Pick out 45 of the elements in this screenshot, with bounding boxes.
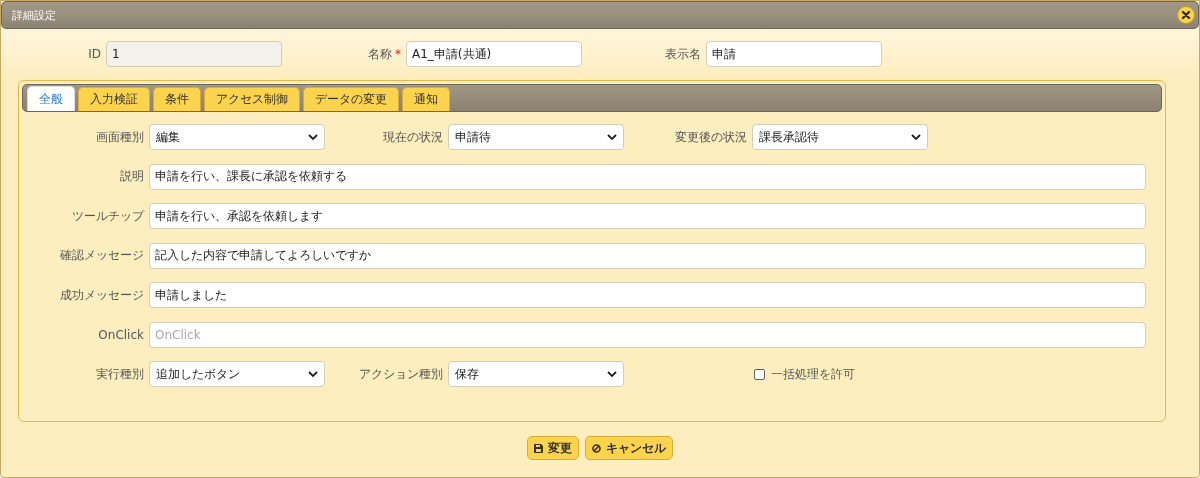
- field-label: 表示名: [664, 45, 701, 63]
- checkbox[interactable]: [754, 368, 765, 380]
- chevron-down-icon: [911, 133, 921, 141]
- tab[interactable]: 通知: [402, 87, 450, 111]
- window-title: 詳細設定: [12, 7, 56, 23]
- chevron-down-icon: [607, 133, 617, 141]
- tab[interactable]: 入力検証: [78, 87, 150, 111]
- input-field[interactable]: 申請しました: [149, 282, 1146, 308]
- input-field[interactable]: A1_申請(共通): [406, 41, 582, 67]
- chevron-down-icon: [308, 133, 318, 141]
- dropdown[interactable]: 保存: [448, 361, 624, 387]
- field-label: 実行種別: [95, 365, 144, 383]
- dropdown[interactable]: 追加したボタン: [149, 361, 325, 387]
- close-button[interactable]: [1177, 6, 1195, 24]
- field-label: OnClick: [97, 327, 144, 342]
- checkbox-label: 一括処理を許可: [771, 365, 855, 383]
- field-label: 名称 *: [367, 45, 401, 63]
- cancel-icon: [591, 443, 601, 453]
- input-field[interactable]: 申請を行い、課長に承認を依頼する: [149, 163, 1146, 190]
- field-label: 説明: [119, 168, 144, 185]
- chevron-down-icon: [308, 370, 318, 378]
- dropdown[interactable]: 申請待: [448, 124, 624, 150]
- field-label: 画面種別: [95, 128, 144, 146]
- field-label: ツールチップ: [71, 207, 144, 225]
- dropdown[interactable]: 課長承認待: [752, 124, 928, 150]
- field-label: ID: [87, 47, 101, 61]
- field-label: 現在の状況: [382, 128, 443, 146]
- close-icon: [1181, 10, 1191, 20]
- input-field[interactable]: 申請: [706, 41, 882, 67]
- input-field[interactable]: 申請を行い、承認を依頼します: [149, 203, 1146, 229]
- tab[interactable]: アクセス制御: [204, 87, 300, 111]
- tab[interactable]: 条件: [153, 87, 201, 111]
- cancel-button[interactable]: キャンセル: [584, 436, 673, 460]
- dropdown[interactable]: 編集: [149, 124, 325, 150]
- tab[interactable]: 全般: [27, 86, 75, 111]
- required-mark: *: [395, 46, 401, 61]
- field-label: アクション種別: [358, 365, 443, 383]
- save-button[interactable]: 変更: [526, 436, 579, 460]
- field-label: 成功メッセージ: [59, 286, 144, 304]
- input-field[interactable]: OnClick: [149, 321, 1146, 348]
- tab[interactable]: データの変更: [303, 87, 399, 111]
- input-field[interactable]: 記入した内容で申請してよろしいですか: [149, 242, 1146, 269]
- chevron-down-icon: [607, 370, 617, 378]
- field-label: 変更後の状況: [674, 128, 747, 146]
- field-label: 確認メッセージ: [59, 247, 144, 264]
